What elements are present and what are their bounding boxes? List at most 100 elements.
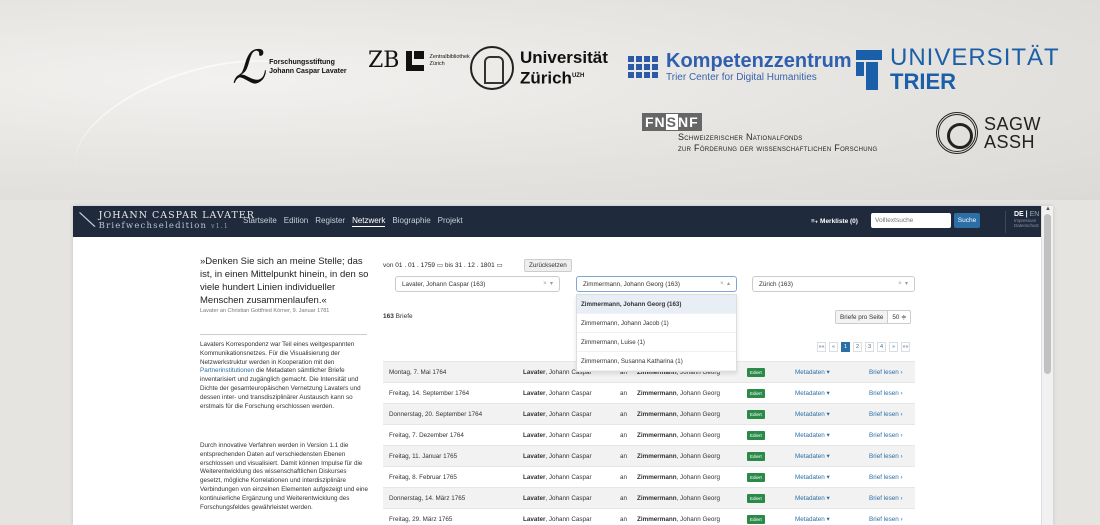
letter-recipient[interactable]: Zimmermann, Johann Georg: [637, 453, 720, 460]
recipient-surname: Zimmermann: [637, 516, 677, 523]
metadaten-toggle[interactable]: Metadaten ▾: [795, 453, 830, 460]
brief-lesen-link[interactable]: Brief lesen ›: [869, 432, 903, 439]
intro-paragraph-2: Durch innovative Verfahren werden in Ver…: [200, 442, 369, 511]
pager-next[interactable]: »: [889, 342, 898, 352]
metadaten-toggle[interactable]: Metadaten ▾: [795, 369, 830, 376]
lang-en[interactable]: EN: [1030, 211, 1040, 218]
menu-startseite[interactable]: Startseite: [243, 216, 277, 227]
dropdown-option[interactable]: Zimmermann, Johann Jacob (1): [577, 314, 736, 333]
logo-sagw-line1: SAGW: [984, 114, 1042, 134]
place-clear-chevron-icon[interactable]: × ▾: [898, 280, 908, 287]
menu-projekt[interactable]: Projekt: [438, 216, 463, 227]
metadaten-toggle[interactable]: Metadaten ▾: [795, 474, 830, 481]
place-select[interactable]: Zürich (163) × ▾: [752, 276, 915, 292]
pager-prev[interactable]: «: [829, 342, 838, 352]
pagination: «« « 1 2 3 4 » »»: [817, 342, 910, 352]
letter-recipient[interactable]: Zimmermann, Johann Georg: [637, 474, 720, 481]
letter-sender[interactable]: Lavater, Johann Caspar: [523, 390, 592, 397]
calendar-to-icon[interactable]: ▭: [497, 262, 503, 269]
recipient-clear-chevron-icon[interactable]: × ▴: [720, 280, 730, 287]
letter-sender[interactable]: Lavater, Johann Caspar: [523, 432, 592, 439]
metadaten-toggle[interactable]: Metadaten ▾: [795, 516, 830, 523]
table-row[interactable]: Freitag, 8. Februar 1765 Lavater, Johann …: [383, 466, 915, 487]
brief-lesen-link[interactable]: Brief lesen ›: [869, 411, 903, 418]
scrollbar-thumb[interactable]: [1044, 214, 1051, 374]
date-from-input[interactable]: 01 . 01 . 1759: [395, 262, 435, 269]
metadaten-toggle[interactable]: Metadaten ▾: [795, 390, 830, 397]
brief-lesen-link[interactable]: Brief lesen ›: [869, 516, 903, 523]
date-to-input[interactable]: 31 . 12 . 1801: [455, 262, 495, 269]
calendar-from-icon[interactable]: ▭: [437, 262, 443, 269]
brief-lesen-link[interactable]: Brief lesen ›: [869, 495, 903, 502]
menu-biographie[interactable]: Biographie: [392, 216, 430, 227]
search-button[interactable]: Suche: [954, 213, 980, 228]
sender-firstname: , Johann Caspar: [545, 411, 592, 418]
per-page-select[interactable]: Briefe pro Seite 50 ≑: [835, 310, 912, 324]
logo-snf: FNSNF Schweizerischer Nationalfonds zur …: [642, 113, 877, 154]
merkliste-button[interactable]: ≡₊ Merkliste (0): [811, 217, 858, 225]
site-brand[interactable]: ╲ JOHANN CASPAR LAVATER Briefwechseledit…: [80, 210, 255, 232]
dropdown-option[interactable]: Zimmermann, Susanna Katharina (1): [577, 352, 736, 371]
logo-kz-line2: Trier Center for Digital Humanities: [666, 72, 817, 83]
logo-uzh: Universität ZürichUZH: [470, 46, 608, 90]
sender-select[interactable]: Lavater, Johann Caspar (163) × ▾: [395, 276, 560, 292]
table-row[interactable]: Freitag, 11. Januar 1765 Lavater, Johann …: [383, 445, 915, 466]
datenschutz-link[interactable]: Datenschutz: [1014, 223, 1039, 228]
intro-quote: »Denken Sie sich an meine Stelle; das is…: [200, 256, 369, 306]
sender-clear-chevron-icon[interactable]: × ▾: [543, 280, 553, 287]
place-select-value: Zürich (163): [759, 281, 793, 288]
table-row[interactable]: Freitag, 7. Dezember 1764 Lavater, Johann…: [383, 424, 915, 445]
lang-de[interactable]: DE: [1014, 211, 1024, 218]
fulltext-search-input[interactable]: [871, 213, 951, 228]
sender-surname: Lavater: [523, 432, 546, 439]
letter-recipient[interactable]: Zimmermann, Johann Georg: [637, 411, 720, 418]
table-row[interactable]: Donnerstag, 20. September 1764 Lavater, J…: [383, 403, 915, 424]
scroll-up-icon[interactable]: ▲: [1045, 206, 1051, 212]
letter-sender[interactable]: Lavater, Johann Caspar: [523, 495, 592, 502]
recipient-surname: Zimmermann: [637, 390, 677, 397]
dropdown-option[interactable]: Zimmermann, Luise (1): [577, 333, 736, 352]
letter-recipient[interactable]: Zimmermann, Johann Georg: [637, 390, 720, 397]
table-row[interactable]: Donnerstag, 14. März 1765 Lavater, Johann…: [383, 487, 915, 508]
pager-first[interactable]: ««: [817, 342, 826, 352]
logo-lavater-line1: Forschungsstiftung: [269, 59, 335, 66]
sender-firstname: , Johann Caspar: [545, 432, 592, 439]
letter-sender[interactable]: Lavater, Johann Caspar: [523, 516, 592, 523]
letter-sender[interactable]: Lavater, Johann Caspar: [523, 411, 592, 418]
brief-lesen-link[interactable]: Brief lesen ›: [869, 453, 903, 460]
letter-recipient[interactable]: Zimmermann, Johann Georg: [637, 495, 720, 502]
letter-recipient[interactable]: Zimmermann, Johann Georg: [637, 516, 720, 523]
recipient-firstname: , Johann Georg: [676, 411, 720, 418]
menu-netzwerk[interactable]: Netzwerk: [352, 216, 386, 227]
logo-zentralbibliothek: ZB Zentralbibliothek Zürich: [368, 48, 470, 73]
pager-page-1[interactable]: 1: [841, 342, 850, 352]
menu-register[interactable]: Register: [315, 216, 345, 227]
brief-lesen-link[interactable]: Brief lesen ›: [869, 474, 903, 481]
metadaten-toggle[interactable]: Metadaten ▾: [795, 411, 830, 418]
table-row[interactable]: Freitag, 14. September 1764 Lavater, Joha…: [383, 382, 915, 403]
logo-sagw: SAGW ASSH: [936, 112, 1041, 154]
reset-button[interactable]: Zurücksetzen: [524, 259, 572, 272]
brief-lesen-link[interactable]: Brief lesen ›: [869, 390, 903, 397]
menu-edition[interactable]: Edition: [284, 216, 308, 227]
pager-page-4[interactable]: 4: [877, 342, 886, 352]
metadaten-toggle[interactable]: Metadaten ▾: [795, 495, 830, 502]
pager-last[interactable]: »»: [901, 342, 910, 352]
per-page-value[interactable]: 50 ≑: [888, 314, 910, 321]
dropdown-option[interactable]: Zimmermann, Johann Georg (163): [577, 295, 736, 314]
pager-page-2[interactable]: 2: [853, 342, 862, 352]
brief-lesen-link[interactable]: Brief lesen ›: [869, 369, 903, 376]
letter-sender[interactable]: Lavater, Johann Caspar: [523, 474, 592, 481]
table-row[interactable]: Freitag, 29. März 1765 Lavater, Johann Ca…: [383, 508, 915, 525]
logo-kz-line1: Kompetenzzentrum: [666, 50, 852, 72]
page-scrollbar[interactable]: ▲: [1041, 206, 1053, 525]
partner-link[interactable]: Partnerinstitutionen: [200, 367, 254, 374]
pager-page-3[interactable]: 3: [865, 342, 874, 352]
logo-zb-line2: Zürich: [429, 60, 445, 67]
recipient-select[interactable]: Zimmermann, Johann Georg (163) × ▴: [576, 276, 737, 292]
sender-surname: Lavater: [523, 453, 546, 460]
logo-snf-line2: zur Förderung der wissenschaftlichen For…: [678, 143, 878, 153]
letter-recipient[interactable]: Zimmermann, Johann Georg: [637, 432, 720, 439]
metadaten-toggle[interactable]: Metadaten ▾: [795, 432, 830, 439]
letter-sender[interactable]: Lavater, Johann Caspar: [523, 453, 592, 460]
